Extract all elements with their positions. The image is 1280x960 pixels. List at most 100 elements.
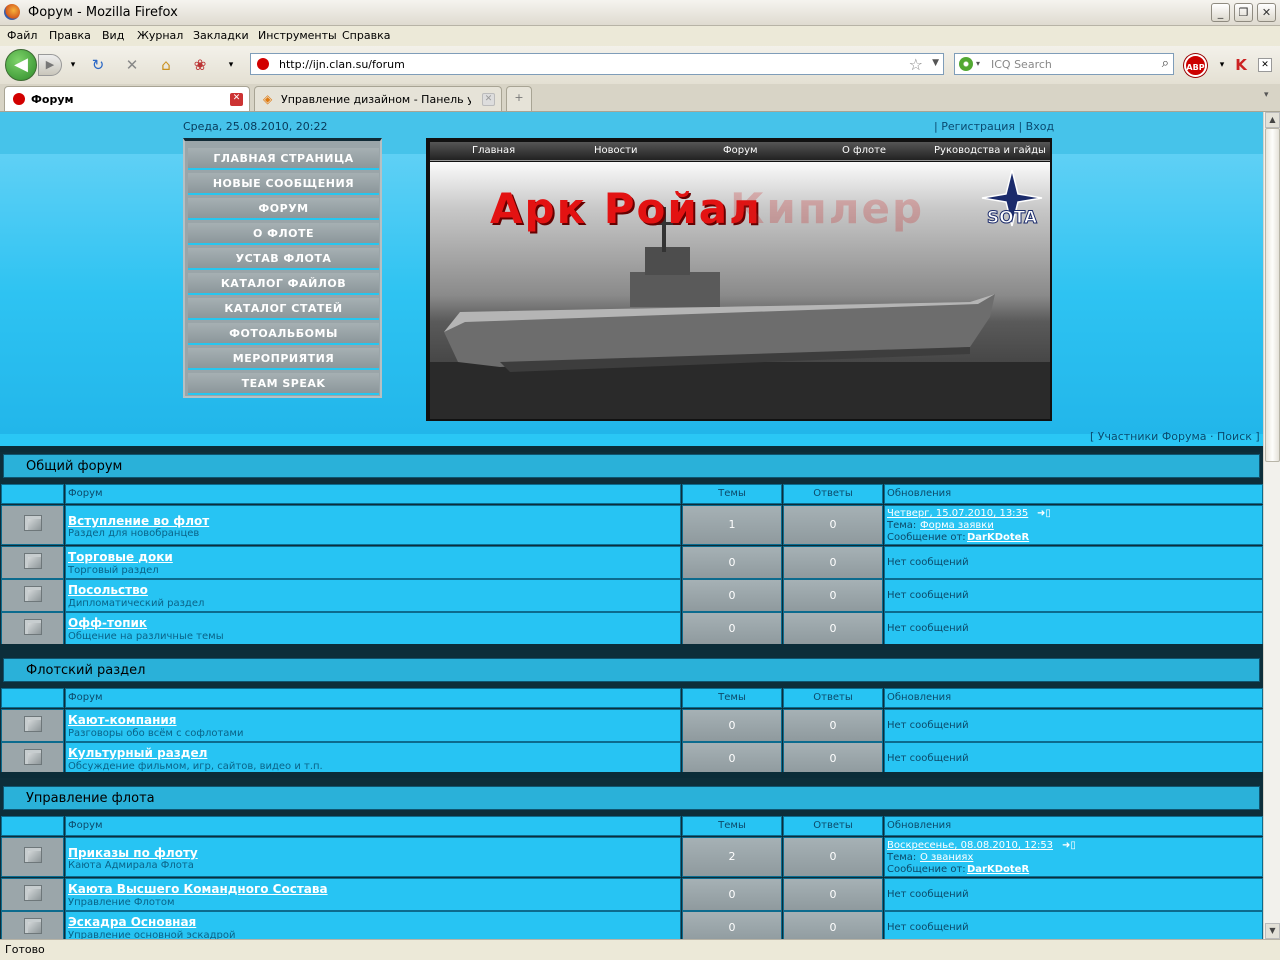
forum-link[interactable]: Культурный раздел — [68, 746, 207, 760]
forum-links[interactable]: [ Участники Форума · Поиск ] — [1090, 430, 1260, 443]
forum-icon — [1, 579, 64, 612]
col-replies-header: Ответы — [783, 484, 883, 504]
address-bar[interactable]: http://ijn.clan.su/forum ☆ ▼ — [250, 53, 944, 75]
forum-link[interactable]: Кают-компания — [68, 713, 177, 727]
menu-view[interactable]: Вид — [102, 29, 124, 42]
tab-label: Форум — [31, 93, 74, 106]
last-author-link[interactable]: DarKDoteR — [967, 532, 1029, 543]
banner-nav-forum[interactable]: Форум — [723, 145, 758, 156]
kaspersky-icon[interactable]: K — [1232, 56, 1250, 74]
banner-nav-news[interactable]: Новости — [594, 145, 637, 156]
topics-count: 0 — [682, 709, 782, 742]
banner-nav-about[interactable]: О флоте — [842, 145, 886, 156]
menu-item-about[interactable]: О ФЛОТЕ — [188, 223, 379, 245]
last-topic-link[interactable]: О званиях — [920, 852, 973, 863]
no-posts-text: Нет сообщений — [884, 742, 1263, 775]
menu-item-files[interactable]: КАТАЛОГ ФАЙЛОВ — [188, 273, 379, 295]
toolbar-close-icon[interactable]: ✕ — [1258, 58, 1272, 72]
scroll-thumb[interactable] — [1265, 128, 1280, 462]
close-button[interactable]: ✕ — [1257, 3, 1276, 22]
adblock-icon[interactable]: ABP — [1184, 54, 1207, 77]
scroll-up-icon[interactable]: ▲ — [1265, 112, 1280, 128]
forward-button[interactable]: ▶ — [38, 54, 62, 76]
history-dropdown-icon[interactable]: ▾ — [64, 56, 82, 74]
menu-item-charter[interactable]: УСТАВ ФЛОТА — [188, 248, 379, 270]
bookmark-star-icon[interactable]: ☆ — [909, 55, 923, 74]
col-topics-header: Темы — [682, 484, 782, 504]
new-tab-button[interactable]: + — [506, 86, 532, 111]
menu-item-teamspeak[interactable]: TEAM SPEAK — [188, 373, 379, 395]
status-bar: Готово — [0, 939, 1280, 960]
firefox-icon — [4, 4, 20, 20]
category-title: Управление флота — [26, 791, 155, 806]
addon-dropdown-icon[interactable]: ▾ — [222, 56, 240, 74]
forum-row: Вступление во флот Раздел для новобранце… — [0, 505, 1263, 545]
no-posts-text: Нет сообщений — [884, 878, 1263, 911]
banner-nav-home[interactable]: Главная — [472, 145, 515, 156]
menu-item-home[interactable]: ГЛАВНАЯ СТРАНИЦА — [188, 148, 379, 170]
col-icon-header — [1, 816, 64, 836]
reload-icon[interactable]: ↻ — [89, 56, 107, 74]
menu-help[interactable]: Справка — [342, 29, 390, 42]
last-author-link[interactable]: DarKDoteR — [967, 864, 1029, 875]
forum-link[interactable]: Посольство — [68, 583, 148, 597]
minimize-button[interactable]: _ — [1211, 3, 1230, 22]
forum-link[interactable]: Приказы по флоту — [68, 846, 198, 860]
tab-close-icon[interactable]: ✕ — [482, 93, 495, 106]
category-fleet: Флотский раздел Форум Темы Ответы Обновл… — [0, 644, 1263, 775]
url-dropdown-icon[interactable]: ▼ — [932, 58, 939, 68]
menu-history[interactable]: Журнал — [137, 29, 183, 42]
forum-link[interactable]: Вступление во флот — [68, 514, 209, 528]
replies-count: 0 — [783, 612, 883, 645]
banner-nav-guides[interactable]: Руководства и гайды — [934, 145, 1046, 156]
goto-post-icon[interactable]: ➜▯ — [1037, 508, 1051, 519]
category-header: Флотский раздел — [3, 658, 1260, 682]
col-topics-header: Темы — [682, 816, 782, 836]
forum-link[interactable]: Каюта Высшего Командного Состава — [68, 882, 328, 896]
col-replies-header: Ответы — [783, 688, 883, 708]
back-button[interactable]: ◀ — [5, 49, 37, 81]
last-topic-link[interactable]: Форма заявки — [920, 520, 994, 531]
stop-icon[interactable]: ✕ — [123, 56, 141, 74]
login-links[interactable]: | Регистрация | Вход — [934, 120, 1054, 133]
menu-bookmarks[interactable]: Закладки — [193, 29, 249, 42]
home-icon[interactable]: ⌂ — [157, 56, 175, 74]
topics-count: 0 — [682, 612, 782, 645]
category-header: Общий форум — [3, 454, 1260, 478]
forum-desc: Общение на различные темы — [68, 631, 224, 642]
forum-link[interactable]: Торговые доки — [68, 550, 173, 564]
search-box[interactable]: ▾ ICQ Search ⌕ — [954, 53, 1174, 75]
icq-icon[interactable] — [959, 57, 973, 71]
vertical-scrollbar[interactable]: ▲ ▼ — [1263, 112, 1280, 939]
tab-design-panel[interactable]: ◈ Управление дизайном - Панель упра... ✕ — [254, 86, 502, 111]
last-post-date[interactable]: Четверг, 15.07.2010, 13:35 — [887, 508, 1028, 519]
menu-edit[interactable]: Правка — [49, 29, 91, 42]
search-icon[interactable]: ⌕ — [1162, 56, 1169, 71]
menu-item-photos[interactable]: ФОТОАЛЬБОМЫ — [188, 323, 379, 345]
forum-icon — [1, 505, 64, 545]
search-placeholder: ICQ Search — [991, 58, 1052, 71]
maximize-button[interactable]: ❐ — [1234, 3, 1253, 22]
menu-item-new-posts[interactable]: НОВЫЕ СООБЩЕНИЯ — [188, 173, 379, 195]
addon-icon[interactable]: ❀ — [191, 56, 209, 74]
tab-forum[interactable]: Форум ✕ — [4, 86, 250, 111]
menu-item-articles[interactable]: КАТАЛОГ СТАТЕЙ — [188, 298, 379, 320]
tab-list-icon[interactable]: ▾ — [1264, 90, 1269, 100]
forum-link[interactable]: Эскадра Основная — [68, 915, 196, 929]
menu-tools[interactable]: Инструменты — [258, 29, 337, 42]
forum-name-cell: Вступление во флот Раздел для новобранце… — [65, 505, 681, 545]
menu-item-events[interactable]: МЕРОПРИЯТИЯ — [188, 348, 379, 370]
goto-post-icon[interactable]: ➜▯ — [1062, 840, 1076, 851]
menu-item-forum[interactable]: ФОРУМ — [188, 198, 379, 220]
adblock-dropdown-icon[interactable]: ▾ — [1213, 56, 1231, 74]
last-post-cell: Воскресенье, 08.08.2010, 12:53 ➜▯ Тема: … — [884, 837, 1263, 877]
scroll-down-icon[interactable]: ▼ — [1265, 923, 1280, 939]
tab-close-icon[interactable]: ✕ — [230, 93, 243, 106]
last-topic-label: Тема: — [887, 520, 917, 531]
forum-desc: Управление основной эскадрой — [68, 930, 236, 939]
last-post-date[interactable]: Воскресенье, 08.08.2010, 12:53 — [887, 840, 1053, 851]
forum-link[interactable]: Офф-топик — [68, 616, 147, 630]
topics-count: 0 — [682, 579, 782, 612]
engine-dropdown-icon[interactable]: ▾ — [976, 59, 980, 68]
menu-file[interactable]: Файл — [7, 29, 37, 42]
